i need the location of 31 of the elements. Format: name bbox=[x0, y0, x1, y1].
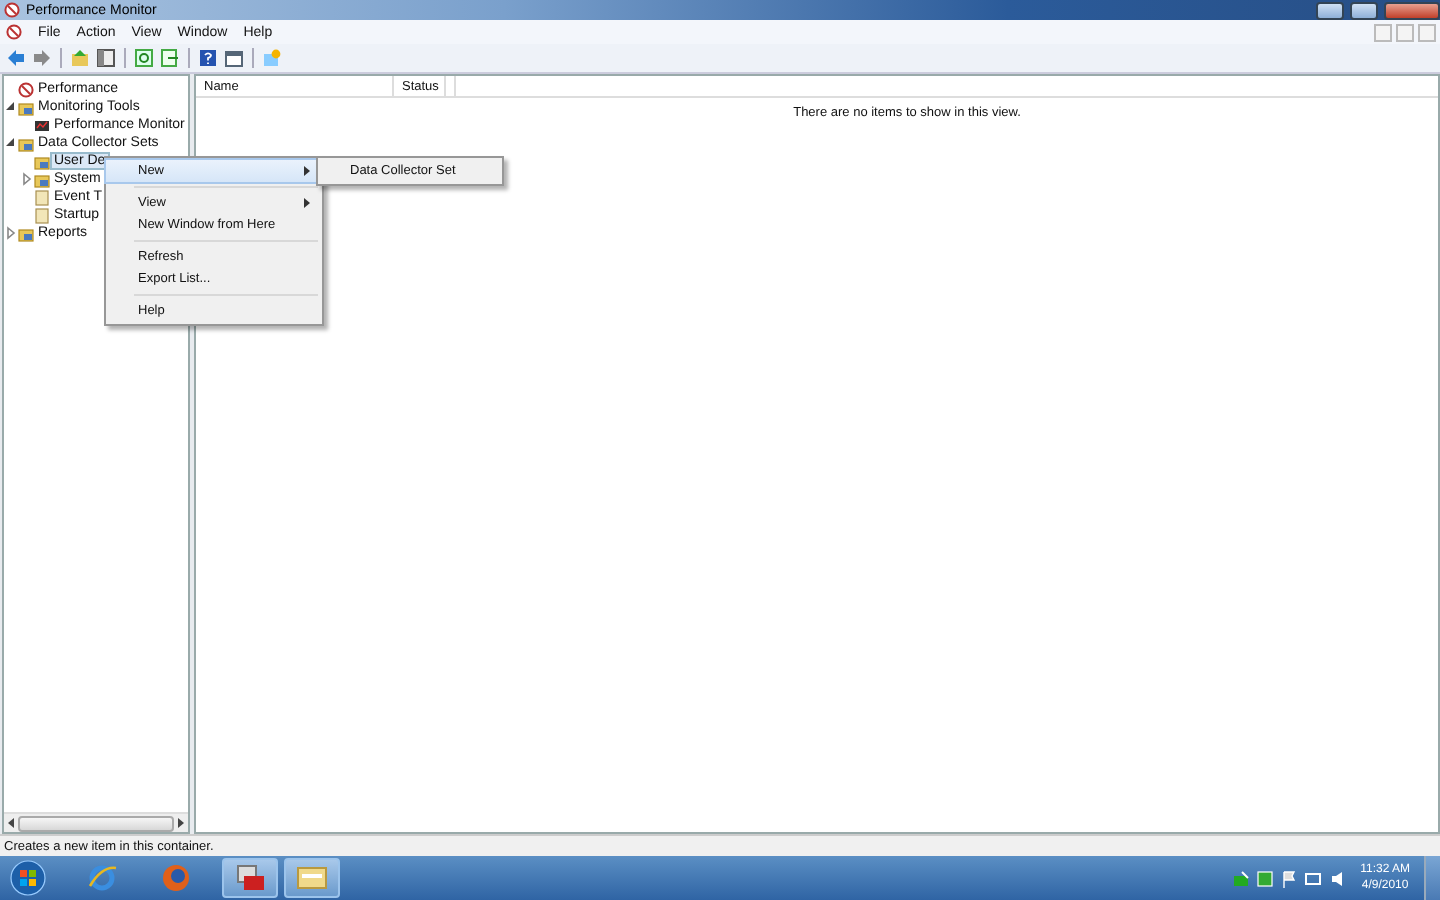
refresh-button[interactable] bbox=[132, 46, 156, 70]
browser-e-icon bbox=[86, 862, 118, 894]
folder-icon bbox=[18, 99, 34, 115]
toolbox-icon bbox=[234, 862, 266, 894]
expanded-arrow-icon[interactable] bbox=[4, 100, 16, 114]
expanded-arrow-icon[interactable] bbox=[4, 136, 16, 150]
horizontal-scrollbar[interactable] bbox=[4, 812, 188, 832]
chart-icon bbox=[34, 117, 50, 133]
scroll-right-arrow-icon[interactable] bbox=[178, 818, 184, 828]
display-icon[interactable] bbox=[1304, 869, 1323, 887]
app-tray-icon[interactable] bbox=[1256, 869, 1275, 887]
export-button[interactable] bbox=[158, 46, 182, 70]
taskbar-app-button[interactable] bbox=[284, 858, 340, 898]
folder-icon bbox=[18, 225, 34, 241]
collapsed-arrow-icon[interactable] bbox=[4, 226, 16, 240]
minimize-button[interactable] bbox=[1316, 1, 1344, 19]
collapsed-arrow-icon[interactable] bbox=[20, 172, 32, 186]
pane-button[interactable] bbox=[94, 46, 118, 70]
folder-icon bbox=[296, 862, 328, 894]
close-button[interactable] bbox=[1384, 1, 1440, 19]
flag-icon[interactable] bbox=[1280, 869, 1299, 887]
start-button[interactable] bbox=[4, 856, 52, 900]
back-arrow-button[interactable] bbox=[4, 46, 28, 70]
speaker-icon[interactable] bbox=[1328, 869, 1347, 887]
scroll-left-arrow-icon[interactable] bbox=[8, 818, 14, 828]
taskbar-app-button[interactable] bbox=[222, 858, 278, 898]
forward-arrow-button[interactable] bbox=[30, 46, 54, 70]
fox-globe-icon bbox=[160, 862, 192, 894]
maximize-button[interactable] bbox=[1350, 1, 1378, 19]
help-button[interactable] bbox=[196, 46, 220, 70]
window-button[interactable] bbox=[222, 46, 246, 70]
